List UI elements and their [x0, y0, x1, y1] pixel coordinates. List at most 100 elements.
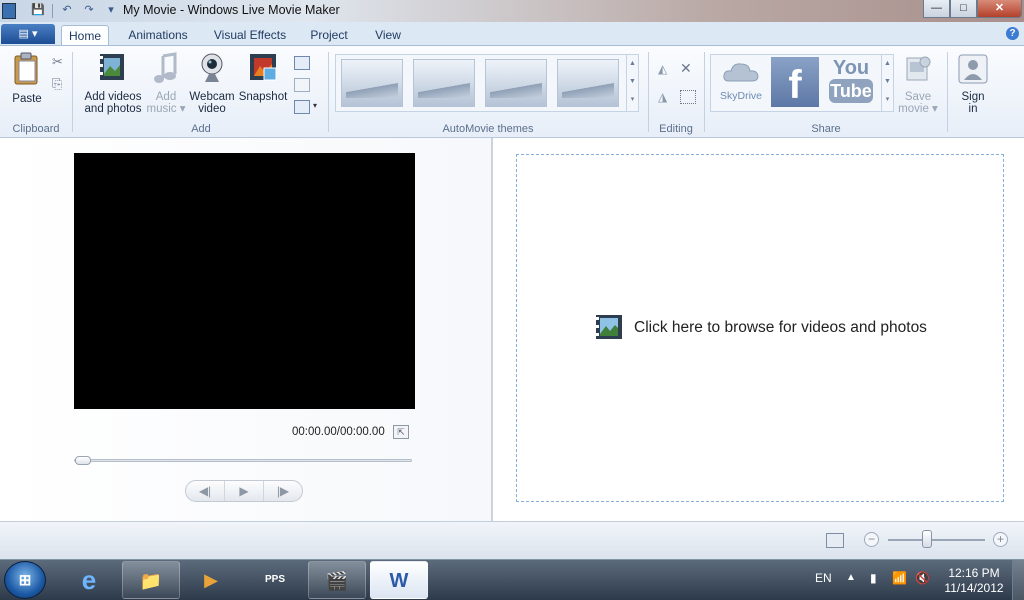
cut-icon[interactable]: ✂ — [52, 54, 68, 69]
show-hidden-icons[interactable]: ▲ — [846, 572, 856, 600]
add-videos-button[interactable]: Add videos and photos — [80, 52, 146, 115]
window-title: My Movie - Windows Live Movie Maker — [123, 3, 340, 17]
theme-thumbnail[interactable] — [413, 59, 475, 107]
title-bar: 💾 ↶ ↷ ▾ My Movie - Windows Live Movie Ma… — [0, 0, 1024, 22]
facebook-button[interactable]: f — [771, 57, 819, 107]
share-gallery-scroll[interactable]: ▲ ▼ ▾ — [881, 55, 893, 111]
sign-in-label-1: Sign — [961, 91, 985, 103]
window-controls: — □ ✕ — [923, 0, 1022, 18]
app-menu-button[interactable]: ▤ ▾ — [1, 24, 55, 44]
pps-icon[interactable]: PPS — [246, 561, 304, 599]
tab-visual-effects[interactable]: Visual Effects — [208, 25, 292, 45]
tab-animations[interactable]: Animations — [121, 25, 195, 45]
maximize-button[interactable]: □ — [950, 0, 977, 18]
clipboard-group-label: Clipboard — [12, 123, 60, 135]
redo-icon[interactable]: ↷ — [81, 3, 97, 18]
ribbon: Paste ✂ ⎘ Clipboard Add videos and photo… — [0, 45, 1024, 138]
music-note-icon — [154, 52, 177, 83]
play-button[interactable]: ▶ — [225, 481, 264, 501]
title-icon[interactable] — [294, 56, 310, 70]
battery-icon[interactable]: ▮ — [870, 571, 877, 600]
clock[interactable]: 12:16 PM 11/14/2012 — [942, 566, 1006, 596]
theme-thumbnail[interactable] — [485, 59, 547, 107]
save-movie-button[interactable]: Save movie ▾ — [898, 54, 938, 115]
snapshot-label: Snapshot — [238, 91, 288, 103]
remove-icon[interactable]: ✕ — [680, 60, 696, 76]
snapshot-button[interactable]: Snapshot — [236, 52, 290, 103]
tab-project[interactable]: Project — [305, 25, 353, 45]
save-movie-label-2: movie ▾ — [898, 103, 938, 115]
browse-text: Click here to browse for videos and phot… — [634, 319, 927, 336]
fullscreen-icon[interactable]: ⇱ — [393, 425, 409, 439]
caption-icon[interactable] — [294, 78, 310, 92]
help-icon[interactable]: ? — [1006, 27, 1019, 40]
main-area: 00:00.00/00:00.00 ⇱ ◀| ▶ |▶ Click here t… — [0, 138, 1024, 521]
status-bar: − + — [0, 521, 1024, 559]
theme-thumbnail[interactable] — [557, 59, 619, 107]
next-frame-button[interactable]: |▶ — [264, 481, 302, 501]
skydrive-button[interactable]: SkyDrive — [715, 57, 767, 109]
user-icon — [958, 54, 988, 84]
seek-bar[interactable] — [74, 456, 412, 465]
file-explorer-icon[interactable]: 📁 — [122, 561, 180, 599]
skydrive-label: SkyDrive — [719, 90, 762, 102]
webcam-video-button[interactable]: Webcam video — [188, 52, 236, 115]
close-button[interactable]: ✕ — [977, 0, 1022, 18]
paste-label: Paste — [12, 93, 42, 105]
copy-icon[interactable]: ⎘ — [52, 76, 68, 91]
credits-icon[interactable] — [294, 100, 310, 114]
gallery-scroll[interactable]: ▲ ▼ ▾ — [626, 55, 638, 111]
minimize-button[interactable]: — — [923, 0, 950, 18]
credits-dropdown-icon[interactable]: ▾ — [313, 101, 317, 110]
seek-thumb[interactable] — [75, 456, 91, 465]
sign-in-button[interactable]: Sign in — [954, 54, 992, 115]
webcam-label-1: Webcam — [189, 91, 235, 103]
editing-group: ◭ ✕ ◮ Editing — [650, 46, 702, 138]
thumbnail-size-icon[interactable] — [826, 533, 844, 548]
video-preview[interactable] — [74, 153, 415, 409]
language-indicator[interactable]: EN — [815, 571, 832, 600]
add-music-button[interactable]: Add music ▾ — [146, 52, 186, 115]
customize-qat-icon[interactable]: ▾ — [103, 3, 119, 18]
start-button[interactable]: ⊞ — [4, 561, 46, 599]
webcam-label-2: video — [198, 103, 226, 115]
word-icon[interactable]: W — [370, 561, 428, 599]
browse-prompt[interactable]: Click here to browse for videos and phot… — [595, 314, 927, 342]
pane-splitter[interactable] — [491, 138, 493, 521]
save-icon[interactable]: 💾 — [30, 3, 46, 18]
zoom-slider-thumb[interactable] — [922, 530, 932, 548]
quick-access-toolbar: 💾 ↶ ↷ ▾ — [30, 3, 119, 18]
tab-home[interactable]: Home — [61, 25, 109, 45]
movie-maker-taskbar-icon[interactable]: 🎬 — [308, 561, 366, 599]
show-desktop-button[interactable] — [1012, 560, 1024, 600]
internet-explorer-icon[interactable]: e — [60, 561, 118, 599]
automovie-theme-gallery: ▲ ▼ ▾ — [335, 54, 639, 112]
rotate-left-icon[interactable]: ◭ — [658, 62, 674, 76]
share-group-label: Share — [811, 123, 841, 135]
paste-button[interactable]: Paste — [6, 52, 48, 105]
media-player-icon[interactable]: ▶ — [182, 561, 240, 599]
theme-thumbnail[interactable] — [341, 59, 403, 107]
zoom-out-button[interactable]: − — [864, 532, 879, 547]
youtube-button[interactable]: You Tube — [829, 57, 873, 107]
add-videos-icon — [100, 54, 124, 80]
movie-maker-icon[interactable] — [2, 3, 16, 19]
zoom-in-button[interactable]: + — [993, 532, 1008, 547]
rotate-right-icon[interactable]: ◮ — [658, 90, 674, 104]
zoom-slider-track[interactable] — [888, 539, 985, 541]
youtube-label-2: Tube — [829, 79, 873, 103]
previous-frame-button[interactable]: ◀| — [186, 481, 225, 501]
timecode: 00:00.00/00:00.00 — [292, 426, 385, 438]
add-media-icon — [596, 315, 622, 339]
tab-view[interactable]: View — [366, 25, 410, 45]
volume-muted-icon[interactable]: 🔇 — [915, 571, 930, 600]
paste-icon — [14, 52, 38, 85]
taskbar: ⊞ e 📁 ▶ PPS 🎬 W EN ▲ ▮ 📶 🔇 12:16 PM 11/1… — [0, 559, 1024, 600]
group-separator — [328, 52, 329, 132]
snapshot-icon — [250, 54, 277, 81]
storyboard-drop-area[interactable]: Click here to browse for videos and phot… — [516, 154, 1004, 502]
undo-icon[interactable]: ↶ — [59, 3, 75, 18]
network-icon[interactable]: 📶 — [892, 571, 907, 600]
playback-controls: ◀| ▶ |▶ — [185, 480, 303, 502]
select-all-icon[interactable] — [680, 90, 696, 104]
